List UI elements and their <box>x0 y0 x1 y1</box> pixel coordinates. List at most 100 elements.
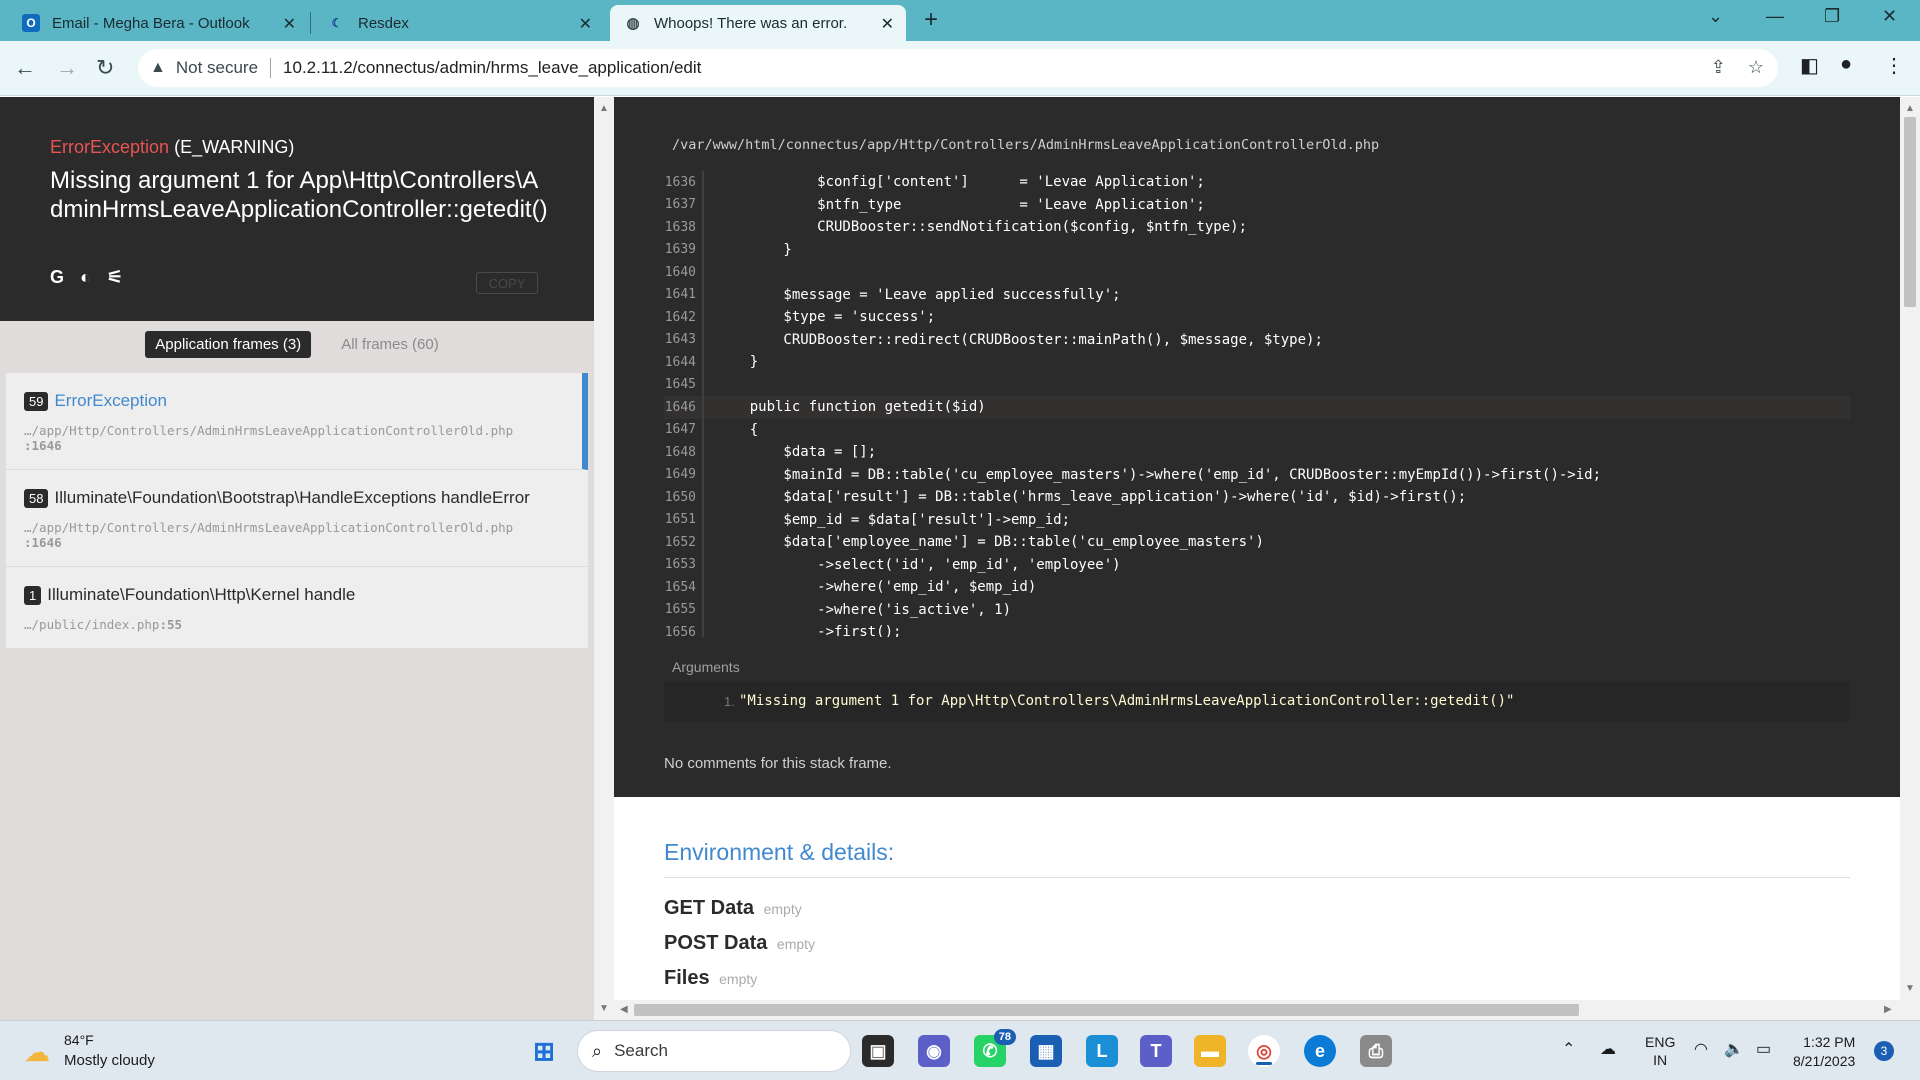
scroll-up-icon[interactable]: ▲ <box>599 103 609 114</box>
l-app-icon[interactable]: L <box>1086 1035 1118 1067</box>
search-label: Search <box>614 1041 668 1060</box>
battery-icon[interactable]: ▭ <box>1756 1039 1771 1059</box>
close-icon[interactable]: ✕ <box>881 14 894 34</box>
file-explorer-icon[interactable]: ▬ <box>1194 1035 1226 1067</box>
tab-all-frames[interactable]: All frames (60) <box>331 331 449 358</box>
tab-title: Email - Megha Bera - Outlook <box>52 14 250 32</box>
frame-title: 58 Illuminate\Foundation\Bootstrap\Handl… <box>24 488 570 508</box>
line-number: 1649 <box>664 467 696 483</box>
line-number: 1652 <box>664 534 696 550</box>
outlook-icon: O <box>22 14 40 32</box>
vertical-scrollbar[interactable]: ▲ ▼ <box>1900 97 1920 1020</box>
tab-title: Resdex <box>358 14 409 32</box>
code-line: 1641 $message = 'Leave applied successfu… <box>664 283 1850 306</box>
frame-list: 59 ErrorException …/app/Http/Controllers… <box>6 373 588 649</box>
line-number: 1656 <box>664 624 696 637</box>
stack-frame[interactable]: 58 Illuminate\Foundation\Bootstrap\Handl… <box>6 470 588 567</box>
share-icon[interactable]: ⇪ <box>1711 57 1726 78</box>
code-line: 1654 ->where('emp_id', $emp_id) <box>664 576 1850 599</box>
tab-outlook[interactable]: O Email - Megha Bera - Outlook ✕ <box>8 5 308 41</box>
left-scrollbar[interactable]: ▲ ▼ <box>594 97 614 1020</box>
teams-icon[interactable]: T <box>1140 1035 1172 1067</box>
bookmark-star-icon[interactable]: ☆ <box>1748 57 1764 78</box>
chrome-icon[interactable]: ◎ <box>1248 1035 1280 1067</box>
horizontal-scrollbar[interactable]: ◀ ▶ <box>614 1000 1900 1020</box>
arguments-label: Arguments <box>672 659 740 675</box>
frame-file: …/app/Http/Controllers/AdminHrmsLeaveApp… <box>24 423 514 438</box>
stack-frame[interactable]: 1 Illuminate\Foundation\Http\Kernel hand… <box>6 567 588 649</box>
clock-time: 1:32 PM <box>1803 1034 1856 1050</box>
frame-file-path: /var/www/html/connectus/app/Http/Control… <box>672 137 1380 153</box>
taskbar-search[interactable]: ⌕ Search <box>577 1030 851 1072</box>
whoops-page: ErrorException (E_WARNING) Missing argum… <box>0 97 1920 1020</box>
copy-button[interactable]: COPY <box>476 272 538 294</box>
scroll-left-icon[interactable]: ◀ <box>620 1004 628 1015</box>
new-tab-button[interactable]: + <box>924 6 938 34</box>
tab-search-chevron-icon[interactable]: ⌄ <box>1708 6 1723 27</box>
url-text[interactable]: 10.2.11.2/connectus/admin/hrms_leave_app… <box>283 58 701 78</box>
gutter <box>702 238 704 261</box>
code-viewer: 1636 $config['content'] = 'Levae Applica… <box>664 171 1850 637</box>
code-line: 1646 public function getedit($id) <box>664 396 1850 419</box>
system-clock[interactable]: 1:32 PM 8/21/2023 <box>1793 1033 1855 1071</box>
reload-icon[interactable]: ↻ <box>96 55 114 81</box>
tab-resdex[interactable]: ☾ Resdex ✕ <box>314 5 604 41</box>
whatsapp-icon[interactable]: ✆ 78 <box>974 1029 1016 1067</box>
menu-kebab-icon[interactable]: ⋮ <box>1884 53 1904 78</box>
start-windows-icon[interactable]: ⊞ <box>528 1035 560 1067</box>
windows-taskbar: ☁ 84°F Mostly cloudy ⊞ ⌕ Search ▣ ◉ ✆ 78… <box>0 1020 1920 1080</box>
maximize-button[interactable]: ❐ <box>1824 6 1840 27</box>
env-row-get: GET Data empty <box>664 897 802 920</box>
line-number: 1642 <box>664 309 696 325</box>
wifi-icon[interactable]: ◠ <box>1694 1039 1708 1059</box>
warning-icon[interactable]: ▲ <box>150 59 166 77</box>
close-window-button[interactable]: ✕ <box>1882 6 1897 27</box>
back-icon[interactable]: ← <box>14 55 36 81</box>
chat-icon[interactable]: ◉ <box>918 1035 950 1067</box>
scroll-down-icon[interactable]: ▼ <box>1905 983 1915 994</box>
tab-whoops[interactable]: ◍ Whoops! There was an error. ✕ <box>610 5 906 41</box>
google-search-icon[interactable]: G <box>50 267 64 288</box>
tray-chevron-icon[interactable]: ⌃ <box>1562 1039 1575 1059</box>
code-line: 1653 ->select('id', 'emp_id', 'employee'… <box>664 553 1850 576</box>
address-bar[interactable]: ▲ Not secure 10.2.11.2/connectus/admin/h… <box>138 49 1778 87</box>
gutter <box>702 171 704 194</box>
frame-line: :55 <box>159 617 183 632</box>
gutter <box>702 531 704 554</box>
stackoverflow-search-icon[interactable]: ⚟ <box>107 267 123 288</box>
language-indicator[interactable]: ENG IN <box>1645 1033 1675 1069</box>
lang-top: ENG <box>1645 1034 1676 1050</box>
side-panel-icon[interactable]: ◧ <box>1800 53 1819 78</box>
scroll-down-icon[interactable]: ▼ <box>599 1003 609 1014</box>
scroll-right-icon[interactable]: ▶ <box>1884 1004 1892 1015</box>
stack-frame[interactable]: 59 ErrorException …/app/Http/Controllers… <box>6 373 588 470</box>
security-label[interactable]: Not secure <box>176 58 258 78</box>
weather-temp[interactable]: 84°F <box>64 1032 94 1048</box>
gutter <box>702 373 704 396</box>
printer-app-icon[interactable]: ⎙ <box>1360 1035 1392 1067</box>
task-view-icon[interactable]: ▣ <box>862 1035 894 1067</box>
code-text: $config['content'] = 'Levae Application'… <box>716 174 1205 191</box>
onedrive-icon[interactable]: ☁ <box>1600 1039 1616 1059</box>
store-icon[interactable]: ▦ <box>1030 1035 1062 1067</box>
line-number: 1650 <box>664 489 696 505</box>
weather-cloud-icon[interactable]: ☁ <box>24 1037 50 1068</box>
weather-desc[interactable]: Mostly cloudy <box>64 1052 155 1069</box>
scrollbar-thumb[interactable] <box>634 1004 1579 1016</box>
forward-icon[interactable]: → <box>56 55 78 81</box>
scrollbar-thumb[interactable] <box>1904 117 1916 307</box>
duckduckgo-search-icon[interactable]: ◐ <box>80 267 91 288</box>
code-text: $emp_id = $data['result']->emp_id; <box>716 511 1071 528</box>
line-number: 1637 <box>664 197 696 213</box>
search-icon: ⌕ <box>592 1040 603 1061</box>
close-icon[interactable]: ✕ <box>579 14 592 34</box>
frame-file: …/public/index.php <box>24 617 160 632</box>
volume-icon[interactable]: 🔈 <box>1724 1039 1744 1059</box>
profile-avatar-icon[interactable]: ● <box>1840 53 1852 76</box>
minimize-button[interactable]: — <box>1766 6 1784 27</box>
tab-application-frames[interactable]: Application frames (3) <box>145 330 312 358</box>
edge-icon[interactable]: e <box>1304 1035 1336 1067</box>
close-icon[interactable]: ✕ <box>283 14 296 34</box>
notification-count[interactable]: 3 <box>1874 1041 1894 1061</box>
scroll-up-icon[interactable]: ▲ <box>1905 103 1915 114</box>
